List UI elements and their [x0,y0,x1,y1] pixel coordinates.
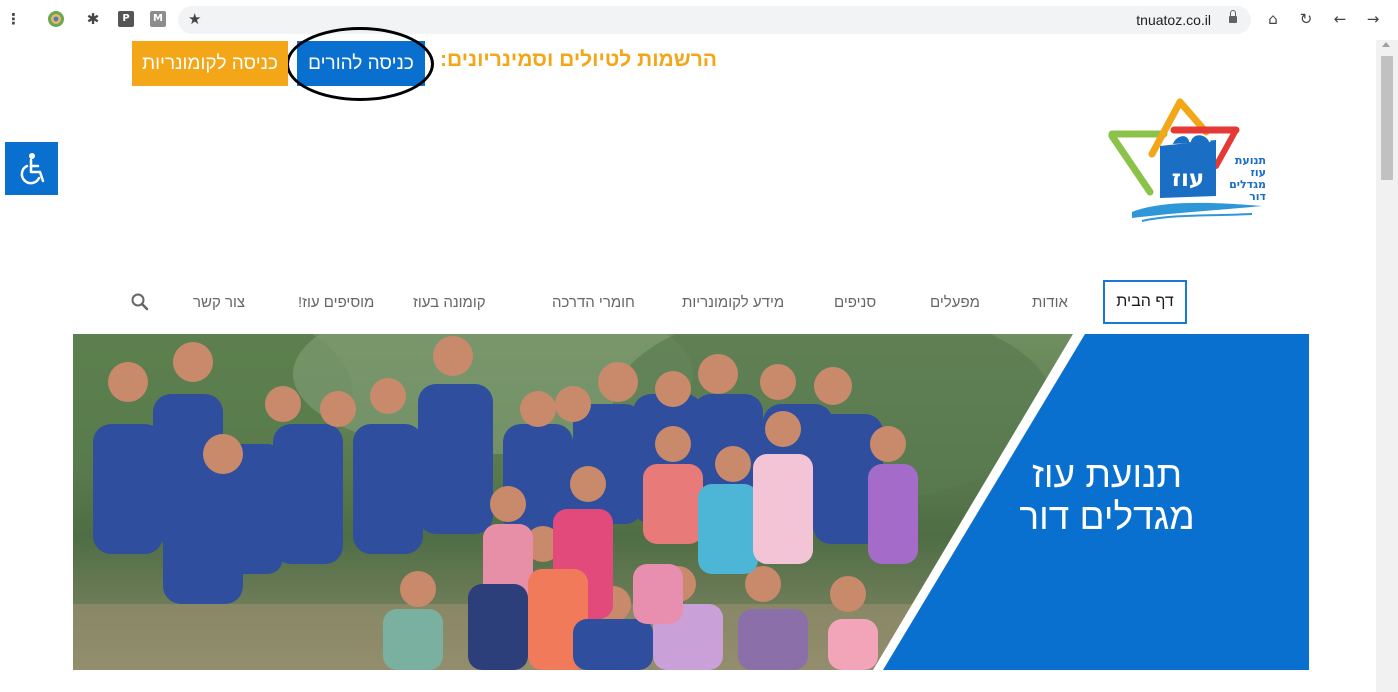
scroll-up-arrow-icon[interactable] [1382,42,1390,47]
accessibility-button[interactable] [5,142,58,195]
url-text[interactable]: tnuatoz.co.il [1136,12,1211,28]
nav-item-guidance-materials[interactable]: חומרי הדרכה [552,294,635,311]
scrollbar-thumb[interactable] [1381,56,1393,180]
m-icon[interactable]: M [150,11,166,27]
page-scrollbar[interactable] [1376,40,1398,692]
nav-item-communard-info[interactable]: מידע לקומונריות [682,294,784,311]
highlight-circle [286,27,434,101]
registration-heading: הרשמות לטיולים וסמינריונים: [440,48,717,71]
reload-icon[interactable]: ↻ [1295,8,1317,30]
main-navigation: דף הבית אודות מפעלים סניפים מידע לקומונר… [0,278,1376,328]
nav-item-about[interactable]: אודות [1032,294,1068,311]
nav-item-contact[interactable]: צור קשר [193,294,245,311]
puzzle-icon[interactable]: ✱ [84,8,102,30]
forward-icon[interactable]: → [1362,8,1384,30]
star-icon[interactable]: ★ [188,8,201,30]
lock-icon[interactable] [1229,10,1237,23]
hero-line-2: מגדלים דור [1019,496,1195,537]
p-icon[interactable]: P [118,11,134,27]
site-logo[interactable]: עוז תנועת עוז מגדלים דור [1102,94,1282,226]
nav-item-add-oz[interactable]: מוסיפים עוז! [298,294,374,311]
logo-line-4: דור [1249,190,1266,203]
nav-item-projects[interactable]: מפעלים [930,294,980,311]
nav-item-home[interactable]: דף הבית [1103,280,1187,324]
extension-icon[interactable] [44,8,68,30]
search-icon[interactable] [130,292,150,312]
menu-icon[interactable]: ⋮ [6,8,21,30]
hero-title: תנועת עוז מגדלים דור [997,454,1217,538]
communards-login-button[interactable]: כניסה לקומונריות [132,41,288,86]
home-icon[interactable]: ⌂ [1262,8,1284,30]
nav-item-commune[interactable]: קומונה בעוז [413,294,486,311]
nav-item-branches[interactable]: סניפים [834,294,876,311]
hero-banner: תנועת עוז מגדלים דור [73,334,1309,670]
browser-toolbar: ⋮ ✱ P M tnuatoz.co.il ★ ⌂ ↻ ← → [0,0,1398,40]
hero-line-1: תנועת עוז [1031,454,1183,495]
wheelchair-icon [20,153,45,185]
back-icon[interactable]: ← [1329,8,1351,30]
logo-main-word: עוז [1172,166,1204,192]
